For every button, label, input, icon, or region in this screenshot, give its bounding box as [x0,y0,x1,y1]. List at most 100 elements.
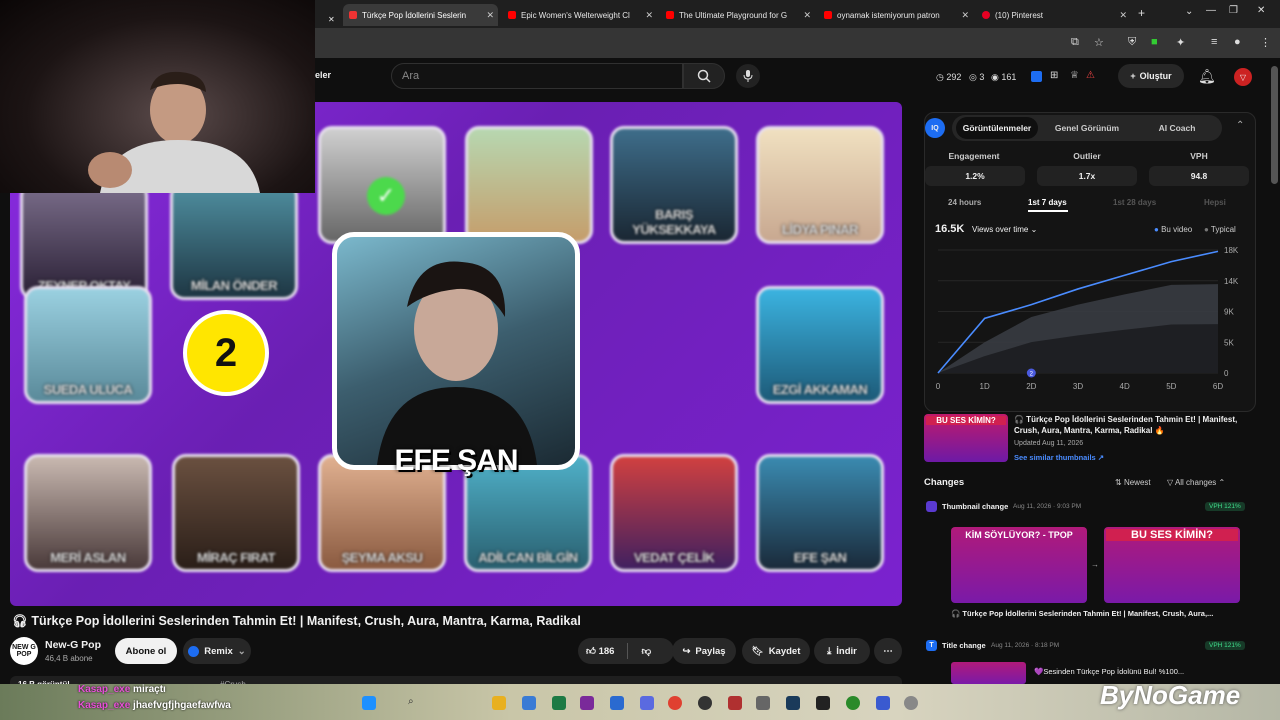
reading-list-icon[interactable]: ≡ [1211,36,1217,48]
tab-close-prev[interactable]: ✕ [322,8,336,30]
create-label: Oluştur [1139,71,1172,81]
profile-icon[interactable]: ● [1234,36,1241,48]
new-tab-button[interactable]: + [1138,6,1145,20]
range-tab[interactable]: 24 hours [948,198,981,207]
menu-icon[interactable]: ⋮ [1260,36,1271,49]
discord-icon[interactable] [640,696,654,710]
chevron-down-icon: ⌄ [1030,225,1038,234]
share-button[interactable]: ↪ Paylaş [672,638,736,664]
like-button[interactable]: 👍︎ 186 [586,645,614,657]
notifications-bell-icon[interactable]: 🔔︎ [1198,68,1216,85]
range-tab-active[interactable]: 1st 7 days [1028,198,1067,207]
vidiq-logo-icon[interactable] [1031,71,1042,82]
microphone-icon [743,70,753,82]
maximize-button[interactable]: ❐ [1229,5,1238,16]
close-icon[interactable]: ✕ [803,10,811,21]
green-extension-icon[interactable]: ■ [1151,36,1158,48]
trophy-icon[interactable]: ♕ [1070,70,1079,81]
notepad-icon[interactable] [610,696,624,710]
dislike-icon[interactable]: 👎︎ [641,645,651,657]
filter-button[interactable]: ▽ All changes ⌃ [1167,478,1225,487]
sort-icon: ⇅ [1115,478,1122,487]
avatar[interactable]: ▽ [1234,68,1252,86]
y-tick-label: 0 [1224,369,1229,378]
contestant-card: MERİ ASLAN [24,454,152,572]
y-tick-label: 5K [1224,338,1234,347]
range-tab[interactable]: 1st 28 days [1113,198,1156,207]
steam-icon[interactable] [786,696,800,710]
start-icon[interactable] [362,696,376,710]
metric-value: 1.2% [925,166,1025,186]
title-change-thumbnail[interactable] [951,662,1026,684]
tab-active[interactable]: Türkçe Pop İdollerini Seslerin ✕ [343,4,498,26]
search-icon[interactable]: ⌕ [408,696,422,710]
current-thumbnail[interactable]: BU SES KİMİN? [924,414,1008,462]
subscribe-button[interactable]: Abone ol [115,638,177,664]
sort-button[interactable]: ⇅ Newest [1115,478,1151,487]
save-button[interactable]: 🔖︎ Kaydet [742,638,810,664]
channel-avatar[interactable]: NEW G POP [10,637,38,665]
tab-5[interactable]: (10) Pinterest ✕ [976,4,1131,26]
close-window-button[interactable]: ✕ [1257,5,1265,16]
epic-games-icon[interactable] [816,696,830,710]
youtube-icon [508,11,516,19]
tab-ai-coach[interactable]: AI Coach [1136,117,1218,139]
see-similar-link[interactable]: See similar thumbnails ↗ [1014,453,1104,462]
metric-label: Outlier [1073,151,1101,161]
remix-label: Remix [204,645,233,657]
app-icon[interactable] [756,696,770,710]
more-actions-button[interactable]: ⋯ [874,638,902,664]
download-button[interactable]: ⤓ İndir [814,638,870,664]
tab-genel-gorunum[interactable]: Genel Görünüm [1046,117,1128,139]
range-tab[interactable]: Hepsi [1204,198,1226,207]
contestant-card: VEDAT ÇELİK [610,454,738,572]
bookmark-star-icon[interactable]: ☆ [1094,36,1104,49]
grid-icon[interactable]: ⊞ [1050,70,1058,81]
close-icon[interactable]: ✕ [328,15,335,24]
tab-label: The Ultimate Playground for G [679,10,788,20]
cast-icon[interactable]: ⧉ [1071,36,1079,49]
minimize-button[interactable]: — [1206,5,1216,16]
search-button[interactable] [683,63,725,89]
contestant-name: MİLAN ÖNDER [190,278,278,293]
collapse-chevron-icon[interactable]: ⌃ [1236,120,1244,131]
search-input[interactable]: Ara [391,63,683,89]
close-icon[interactable]: ✕ [1119,10,1127,21]
file-explorer-icon[interactable] [492,696,506,710]
app-icon[interactable] [728,696,742,710]
metric-label: VPH [1190,151,1208,161]
old-thumbnail[interactable]: KİM SÖYLÜYOR? - TPOP [951,527,1087,603]
new-thumbnail[interactable]: BU SES KİMİN? [1104,527,1240,603]
onenote-icon[interactable] [580,696,594,710]
tab-label: oynamak istemiyorum patron [837,10,940,20]
shield-extension-icon[interactable]: ⛨ [1128,36,1136,49]
tab-3[interactable]: The Ultimate Playground for G ✕ [660,4,815,26]
contestant-name: EZGİ AKKAMAN [772,382,868,397]
views-dropdown[interactable]: Views over time ⌄ [972,225,1037,234]
scrollbar[interactable] [1271,66,1278,184]
extensions-icon[interactable]: ✦ [1176,36,1185,49]
xbox-icon[interactable] [846,696,860,710]
create-button[interactable]: + Oluştur [1118,64,1184,88]
store-icon[interactable] [522,696,536,710]
close-icon[interactable]: ✕ [961,10,969,21]
checkmark-icon: ✓ [367,177,405,215]
tab-search-icon[interactable]: ⌄ [1185,6,1193,17]
obs-icon[interactable] [698,696,712,710]
close-icon[interactable]: ✕ [645,10,653,21]
app-icon[interactable] [904,696,918,710]
remix-button[interactable]: Remix ⌄ [183,638,251,664]
nav-partial[interactable]: eler [315,70,331,80]
close-icon[interactable]: ✕ [486,10,494,21]
contestant-name: ADİLCAN BİLGİN [478,550,578,565]
tab-goruntulenmeler[interactable]: Görüntülenmeler [956,117,1038,139]
stream-chat-overlay: Kasap_exe miraçtı Kasap_exe jhaefvgfjhga… [0,682,320,720]
alert-icon[interactable]: ⚠ [1086,70,1095,81]
voice-search-button[interactable] [736,64,760,88]
tab-2[interactable]: Epic Women's Welterweight Cl ✕ [502,4,657,26]
chrome-icon[interactable] [668,696,682,710]
excel-icon[interactable] [552,696,566,710]
channel-name[interactable]: New-G Pop [45,639,101,651]
tab-4[interactable]: oynamak istemiyorum patron ✕ [818,4,973,26]
app-icon[interactable] [876,696,890,710]
